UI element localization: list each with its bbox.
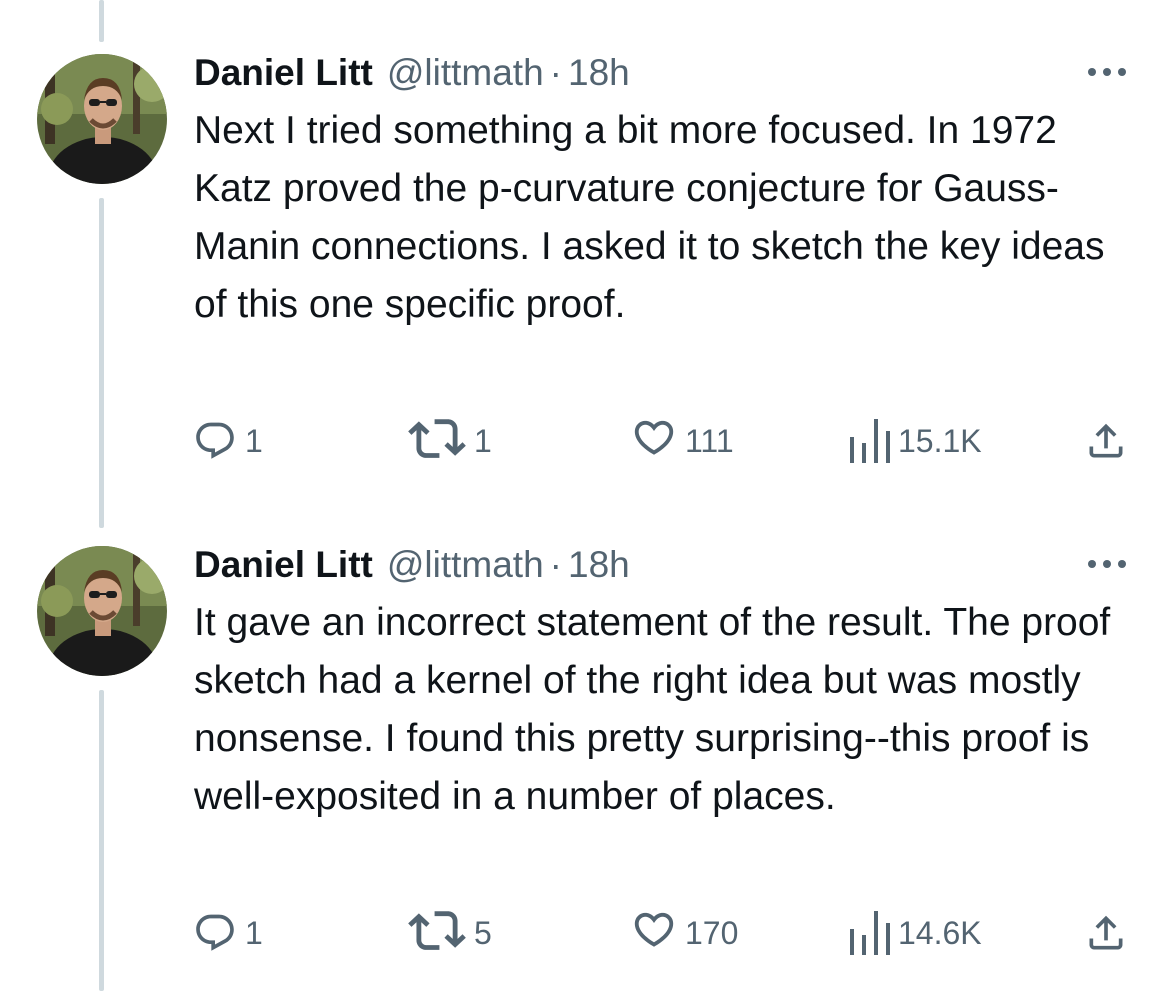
timestamp[interactable]: 18h — [568, 542, 630, 588]
share-button[interactable] — [1083, 416, 1129, 466]
timestamp[interactable]: 18h — [568, 50, 630, 96]
views-button[interactable]: 15.1K — [848, 416, 982, 466]
author-handle[interactable]: @littmath — [387, 50, 544, 96]
reply-icon — [193, 419, 237, 463]
author-handle[interactable]: @littmath — [387, 542, 544, 588]
like-button[interactable]: 170 — [631, 908, 738, 958]
author-name[interactable]: Daniel Litt — [194, 542, 373, 588]
reply-icon — [193, 911, 237, 955]
reply-count: 1 — [245, 422, 263, 459]
repost-count: 1 — [474, 422, 492, 459]
like-icon — [631, 911, 677, 955]
avatar[interactable] — [37, 54, 167, 184]
more-icon[interactable] — [1084, 60, 1130, 84]
repost-icon — [408, 911, 466, 955]
repost-icon — [408, 419, 466, 463]
thread-line-top — [99, 0, 104, 42]
tweet-text: Next I tried something a bit more focuse… — [194, 109, 1105, 326]
reply-button[interactable]: 1 — [193, 416, 263, 466]
repost-button[interactable]: 1 — [408, 416, 492, 466]
like-count: 170 — [685, 914, 739, 951]
action-bar: 1 5 170 14.6K — [0, 908, 1170, 958]
separator-dot: · — [549, 544, 562, 585]
views-count: 14.6K — [898, 914, 982, 951]
reply-count: 1 — [245, 914, 263, 951]
like-icon — [631, 419, 677, 463]
separator-dot: · — [549, 52, 562, 93]
like-count: 111 — [685, 422, 734, 459]
more-icon[interactable] — [1084, 552, 1130, 576]
views-button[interactable]: 14.6K — [848, 908, 982, 958]
author-name[interactable]: Daniel Litt — [194, 50, 373, 96]
reply-button[interactable]: 1 — [193, 908, 263, 958]
tweet-text: It gave an incorrect statement of the re… — [194, 601, 1111, 818]
repost-count: 5 — [474, 914, 492, 951]
share-icon — [1083, 419, 1129, 463]
tweet-header: Daniel Litt @littmath · 18h — [194, 50, 630, 96]
views-icon — [848, 911, 890, 955]
views-count: 15.1K — [898, 422, 982, 459]
share-icon — [1083, 911, 1129, 955]
repost-button[interactable]: 5 — [408, 908, 492, 958]
thread-line-middle — [99, 198, 104, 528]
views-icon — [848, 419, 890, 463]
action-bar: 1 1 111 15.1K — [0, 416, 1170, 466]
tweet-header: Daniel Litt @littmath · 18h — [194, 542, 630, 588]
like-button[interactable]: 111 — [631, 416, 734, 466]
avatar[interactable] — [37, 546, 167, 676]
share-button[interactable] — [1083, 908, 1129, 958]
